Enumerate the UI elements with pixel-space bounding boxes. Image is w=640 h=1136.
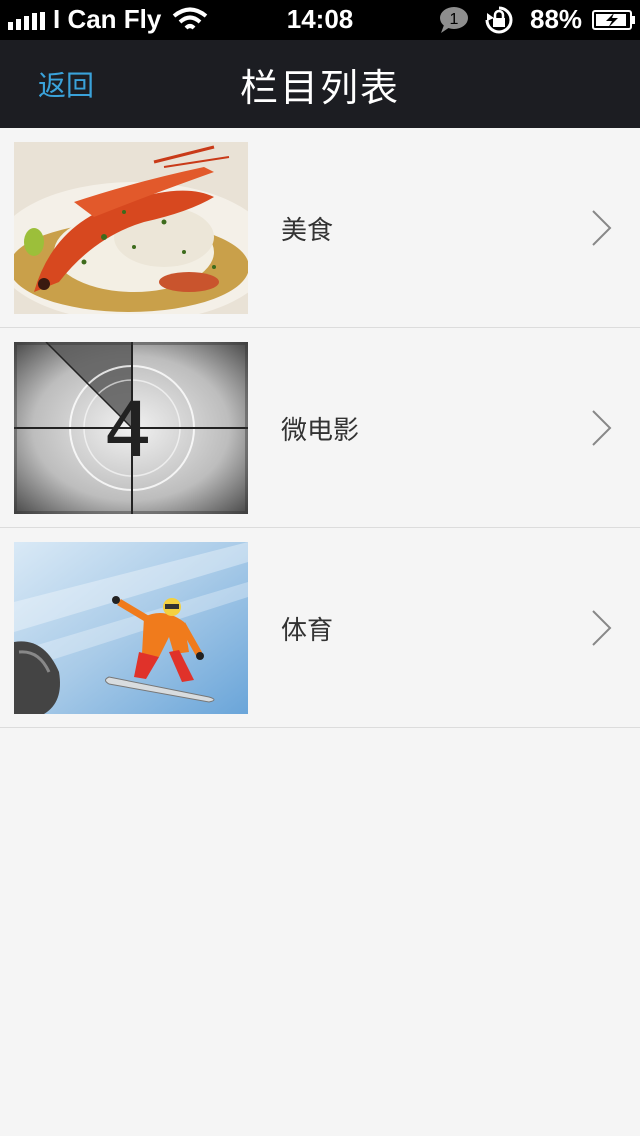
chevron-right-icon [592,610,612,646]
message-notification-icon: 1 [440,7,468,33]
list-item-micro-film[interactable]: 4 微电影 [0,328,640,528]
countdown-number: 4 [104,385,152,474]
list-item-label: 微电影 [281,416,360,446]
list-item-label: 体育 [281,616,334,646]
list-item-food[interactable]: 美食 [0,128,640,328]
battery-percentage: 88% [530,4,583,34]
snowboarder-image [14,542,248,714]
chevron-right-icon [592,210,612,246]
chevron-right-icon [592,410,612,446]
film-countdown-image: 4 [14,342,248,514]
notification-count: 1 [450,11,459,28]
food-dish-image [14,142,248,314]
battery-charging-icon [592,10,635,30]
list-item-label: 美食 [281,216,334,246]
rotation-lock-icon [485,6,513,34]
status-bar: I Can Fly 14:08 1 88% [0,0,640,40]
page-title: 栏目列表 [239,66,400,110]
navigation-bar: 返回 栏目列表 [0,40,640,128]
category-list: 美食 4 微电影 体育 [0,128,640,728]
list-item-sports[interactable]: 体育 [0,528,640,728]
